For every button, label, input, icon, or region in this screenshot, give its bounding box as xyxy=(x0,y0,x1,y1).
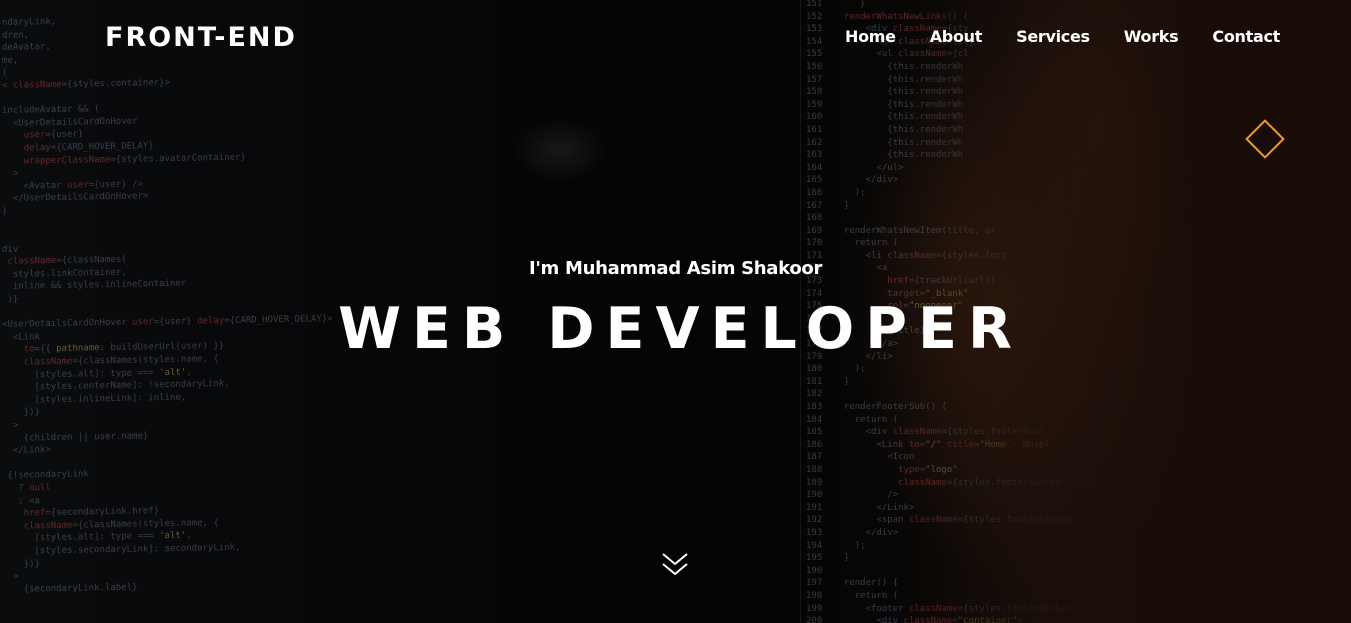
nav-item-services[interactable]: Services xyxy=(1016,27,1090,46)
site-logo[interactable]: FRONT-END xyxy=(105,22,297,53)
nav-item-works[interactable]: Works xyxy=(1124,27,1179,46)
hero-section: ndaryLink, dren, deAvatar, me, ( < class… xyxy=(0,0,1351,623)
nav-item-about[interactable]: About xyxy=(930,27,983,46)
nav-item-contact[interactable]: Contact xyxy=(1212,27,1280,46)
main-nav: Home About Services Works Contact xyxy=(845,27,1280,46)
nav-item-home[interactable]: Home xyxy=(845,27,896,46)
hero-headline: WEB DEVELOPER xyxy=(338,296,1023,362)
hero-intro: I'm Muhammad Asim Shakoor xyxy=(528,258,823,279)
double-chevron-down-icon[interactable] xyxy=(660,550,690,580)
